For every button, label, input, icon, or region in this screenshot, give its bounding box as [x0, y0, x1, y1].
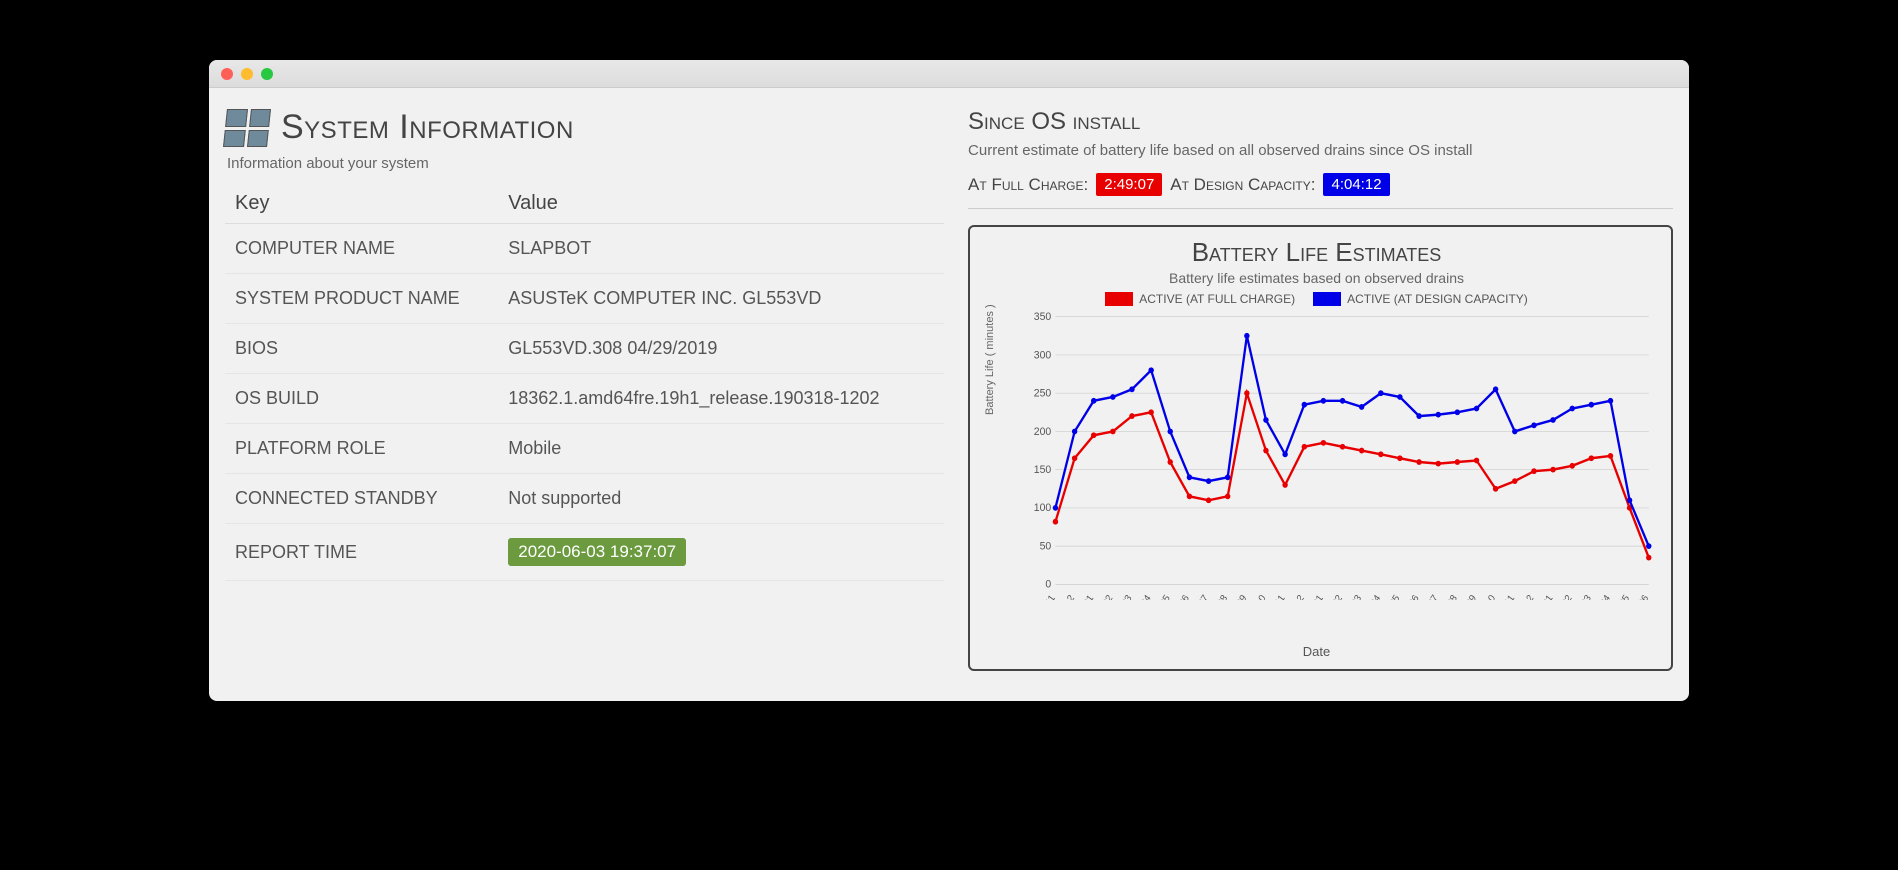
table-header-value: Value [498, 184, 944, 224]
minimize-icon[interactable] [241, 68, 253, 80]
table-cell-value: 18362.1.amd64fre.19h1_release.190318-120… [498, 374, 944, 424]
windows-logo-icon [223, 109, 271, 147]
window-titlebar [209, 60, 1689, 88]
chart-container: Battery Life Estimates Battery life esti… [968, 225, 1673, 671]
legend-swatch-blue [1313, 292, 1341, 306]
svg-text:50: 50 [1040, 540, 1052, 552]
table-row: CONNECTED STANDBYNot supported [225, 474, 944, 524]
page-subtitle: Information about your system [227, 155, 944, 172]
table-row: COMPUTER NAMESLAPBOT [225, 224, 944, 274]
divider [968, 208, 1673, 209]
table-cell-value: ASUSTeK COMPUTER INC. GL553VD [498, 274, 944, 324]
table-cell-value: Mobile [498, 424, 944, 474]
design-capacity-value: 4:04:12 [1323, 173, 1389, 196]
chart-title: Battery Life Estimates [976, 237, 1657, 268]
x-axis-label: Date [976, 644, 1657, 659]
full-charge-label: At Full Charge: [968, 175, 1088, 195]
table-row: REPORT TIME 2020-06-03 19:37:07 [225, 524, 944, 581]
page-title: System Information [281, 108, 574, 147]
svg-text:201711: 201711 [1032, 593, 1058, 600]
table-cell-key: CONNECTED STANDBY [225, 474, 498, 524]
table-cell-value: Not supported [498, 474, 944, 524]
table-cell-key: BIOS [225, 324, 498, 374]
table-row: BIOSGL553VD.308 04/29/2019 [225, 324, 944, 374]
legend-design-capacity: ACTIVE (AT DESIGN CAPACITY) [1313, 292, 1528, 306]
table-header-key: Key [225, 184, 498, 224]
svg-text:350: 350 [1034, 311, 1051, 323]
legend-swatch-red [1105, 292, 1133, 306]
legend-full-charge: ACTIVE (AT FULL CHARGE) [1105, 292, 1295, 306]
y-axis-label: Battery Life ( minutes ) [984, 304, 996, 415]
table-cell-key: COMPUTER NAME [225, 224, 498, 274]
since-title: Since OS install [968, 108, 1673, 136]
chart-legend: ACTIVE (AT FULL CHARGE) ACTIVE (AT DESIG… [976, 292, 1657, 306]
svg-text:200: 200 [1034, 425, 1051, 437]
full-charge-value: 2:49:07 [1096, 173, 1162, 196]
table-cell-value: SLAPBOT [498, 224, 944, 274]
table-cell-key: REPORT TIME [225, 524, 498, 581]
app-window: System Information Information about you… [209, 60, 1689, 701]
svg-text:300: 300 [1034, 349, 1051, 361]
table-cell-key: SYSTEM PRODUCT NAME [225, 274, 498, 324]
estimate-row: At Full Charge: 2:49:07 At Design Capaci… [968, 173, 1673, 196]
svg-text:150: 150 [1034, 464, 1051, 476]
table-row: SYSTEM PRODUCT NAMEASUSTeK COMPUTER INC.… [225, 274, 944, 324]
svg-text:250: 250 [1034, 387, 1051, 399]
table-cell-value: GL553VD.308 04/29/2019 [498, 324, 944, 374]
plot-area: Battery Life ( minutes ) 050100150200250… [1024, 310, 1653, 600]
table-cell-value: 2020-06-03 19:37:07 [498, 524, 944, 581]
table-cell-key: OS BUILD [225, 374, 498, 424]
svg-text:100: 100 [1034, 502, 1051, 514]
design-capacity-label: At Design Capacity: [1170, 175, 1315, 195]
table-row: OS BUILD18362.1.amd64fre.19h1_release.19… [225, 374, 944, 424]
since-desc: Current estimate of battery life based o… [968, 142, 1673, 159]
report-time-badge: 2020-06-03 19:37:07 [508, 538, 686, 566]
chart-subtitle: Battery life estimates based on observed… [976, 270, 1657, 286]
svg-text:0: 0 [1045, 578, 1051, 590]
table-row: PLATFORM ROLEMobile [225, 424, 944, 474]
close-icon[interactable] [221, 68, 233, 80]
chart-svg: 0501001502002503003502017112017122018012… [1024, 310, 1653, 600]
table-cell-key: PLATFORM ROLE [225, 424, 498, 474]
maximize-icon[interactable] [261, 68, 273, 80]
system-info-table: Key Value COMPUTER NAMESLAPBOTSYSTEM PRO… [225, 184, 944, 581]
